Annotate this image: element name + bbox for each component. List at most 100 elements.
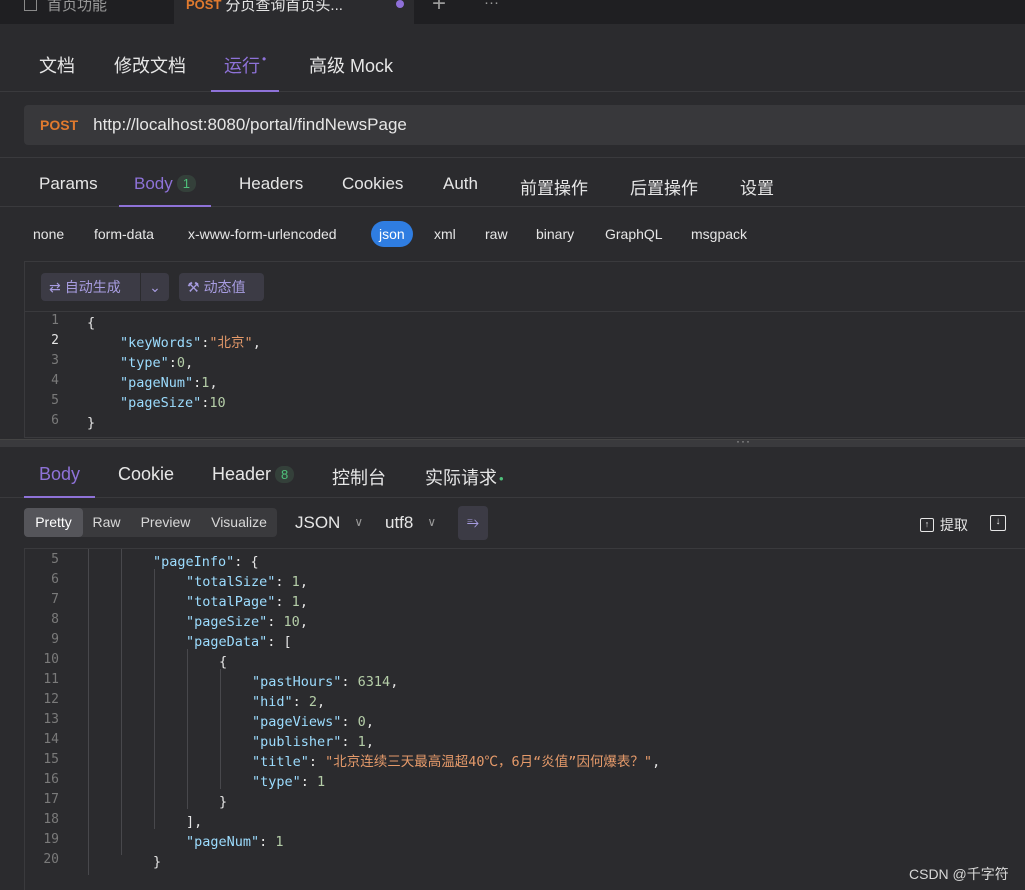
code-line: { <box>87 315 96 331</box>
extract-button[interactable]: ↑ 提取 <box>920 515 968 535</box>
more-tabs-button[interactable]: ··· <box>484 0 514 24</box>
body-type-msgpack[interactable]: msgpack <box>691 226 747 242</box>
http-method[interactable]: POST <box>40 117 78 133</box>
more-icon: ··· <box>484 0 499 11</box>
drag-handle-icon: ··· <box>736 434 751 448</box>
code-line: "totalPage": 1, <box>186 594 308 610</box>
tab-actual-request[interactable]: 实际请求 • <box>425 464 504 490</box>
json-key: "pageSize" <box>120 395 202 411</box>
format-select[interactable]: JSON ∨ <box>295 513 363 533</box>
line-number: 18 <box>43 812 59 827</box>
code-line: } <box>87 415 96 431</box>
magic-wand-icon: ⚒ <box>187 278 200 295</box>
body-type-json[interactable]: json <box>371 221 413 247</box>
dynamic-value-button[interactable]: ⚒ 动态值 <box>179 273 264 301</box>
tab-headers[interactable]: Headers <box>239 174 303 194</box>
body-count-badge: 1 <box>176 175 196 192</box>
word-wrap-button[interactable]: ⥱ <box>458 506 488 540</box>
encoding-select[interactable]: utf8 ∨ <box>385 513 436 533</box>
tab-docs[interactable]: 文档 <box>39 52 75 78</box>
code-line: "keyWords":"北京", <box>120 335 261 351</box>
view-pretty-button[interactable]: Pretty <box>24 508 83 537</box>
response-body-viewer[interactable]: 5 "pageInfo": { 6 "totalSize": 1, 7 "tot… <box>24 548 1025 890</box>
window-tab-home[interactable]: 首页功能 <box>24 0 174 24</box>
auto-generate-dropdown[interactable]: ⌄ <box>141 273 169 301</box>
editor-toolbar: ⇄ 自动生成 ⌄ ⚒ 动态值 <box>25 262 1025 312</box>
line-number: 7 <box>51 592 59 607</box>
code-line: "hid": 2, <box>252 694 326 710</box>
json-key: "type" <box>120 355 169 371</box>
tab-post-operations[interactable]: 后置操作 <box>630 174 698 199</box>
request-tab-bar: Params Body 1 Headers Cookies Auth 前置操作 后… <box>0 157 1025 207</box>
url-bar[interactable]: POST http://localhost:8080/portal/findNe… <box>24 105 1025 145</box>
tab-response-header[interactable]: Header 8 <box>212 464 295 485</box>
line-number: 13 <box>43 712 59 727</box>
line-number: 15 <box>43 752 59 767</box>
body-type-urlencoded[interactable]: x-www-form-urlencoded <box>188 226 337 242</box>
body-type-form-data[interactable]: form-data <box>94 226 154 242</box>
tab-body[interactable]: Body 1 <box>119 174 211 207</box>
line-number: 2 <box>51 333 59 348</box>
body-type-none[interactable]: none <box>33 226 64 242</box>
status-dot-icon: • <box>499 471 504 486</box>
code-line: "pageSize": 10, <box>186 614 308 630</box>
window-tab-home-label: 首页功能 <box>47 0 108 14</box>
line-number: 10 <box>43 652 59 667</box>
tab-console[interactable]: 控制台 <box>332 464 386 490</box>
chevron-down-icon: ⌄ <box>149 278 161 295</box>
body-type-binary[interactable]: binary <box>536 226 574 242</box>
header-count-badge: 8 <box>275 466 295 483</box>
code-line: } <box>219 794 228 810</box>
body-type-raw[interactable]: raw <box>485 226 508 242</box>
request-body-editor[interactable]: ⇄ 自动生成 ⌄ ⚒ 动态值 1 { 2 "keyWords":"北京", 3 "t… <box>24 261 1025 438</box>
view-visualize-button[interactable]: Visualize <box>201 508 277 537</box>
tab-response-cookie[interactable]: Cookie <box>118 464 174 485</box>
tab-cookies[interactable]: Cookies <box>342 174 403 194</box>
body-type-graphql[interactable]: GraphQL <box>605 226 663 242</box>
response-toolbar: Pretty Raw Preview Visualize JSON ∨ utf8 ∨ <box>0 499 1025 547</box>
tab-response-header-label: Header <box>212 464 272 484</box>
window-tab-request-label: 分页查询首页头... <box>225 0 343 14</box>
indent-guide <box>88 549 89 875</box>
tab-body-label: Body <box>134 174 173 193</box>
view-preview-button[interactable]: Preview <box>130 508 201 537</box>
code-line: "title": "北京连续三天最高温超40℃，6月“炎值”因何爆表？", <box>252 754 661 770</box>
panel-splitter[interactable]: ··· <box>0 434 1025 448</box>
url-input[interactable]: http://localhost:8080/portal/findNewsPag… <box>93 115 407 135</box>
tab-run-label: 运行 <box>224 56 260 76</box>
indent-guide <box>154 569 155 829</box>
tab-run[interactable]: 运行 • <box>210 52 280 92</box>
tab-params[interactable]: Params <box>39 174 98 194</box>
tab-response-body[interactable]: Body <box>23 464 96 498</box>
tab-pre-operations[interactable]: 前置操作 <box>520 174 588 199</box>
line-number: 6 <box>51 572 59 587</box>
json-value: 10 <box>209 395 226 411</box>
view-raw-button[interactable]: Raw <box>83 508 130 537</box>
line-number: 20 <box>43 852 59 867</box>
code-line: { <box>219 654 228 670</box>
line-number: 8 <box>51 612 59 627</box>
code-line: "pastHours": 6314, <box>252 674 399 690</box>
window-tab-bar: 首页功能 POST 分页查询首页头... + ··· <box>0 0 1025 24</box>
tab-settings[interactable]: 设置 <box>740 174 774 199</box>
body-type-xml[interactable]: xml <box>434 226 456 242</box>
auto-generate-label: 自动生成 <box>64 279 121 295</box>
code-line: "pageData": [ <box>186 634 292 650</box>
new-tab-button[interactable]: + <box>432 0 462 24</box>
auto-generate-button[interactable]: ⇄ 自动生成 <box>41 273 140 301</box>
line-number: 14 <box>43 732 59 747</box>
window-tab-active-request[interactable]: POST 分页查询首页头... <box>174 0 414 24</box>
tab-advanced-mock[interactable]: 高级 Mock <box>309 52 393 78</box>
line-number: 5 <box>51 552 59 567</box>
wrap-icon: ⥱ <box>466 514 479 531</box>
format-value: JSON <box>295 513 341 532</box>
tab-auth[interactable]: Auth <box>443 174 478 194</box>
line-number: 4 <box>51 373 59 388</box>
tab-edit-docs[interactable]: 修改文档 <box>114 52 186 78</box>
code-line: "pageInfo": { <box>153 554 259 570</box>
window-tab-method: POST <box>186 0 222 12</box>
code-line: } <box>153 854 162 870</box>
code-line: "totalSize": 1, <box>186 574 308 590</box>
download-icon[interactable]: ↓ <box>990 515 1006 531</box>
code-line: "pageNum": 1 <box>186 834 284 850</box>
